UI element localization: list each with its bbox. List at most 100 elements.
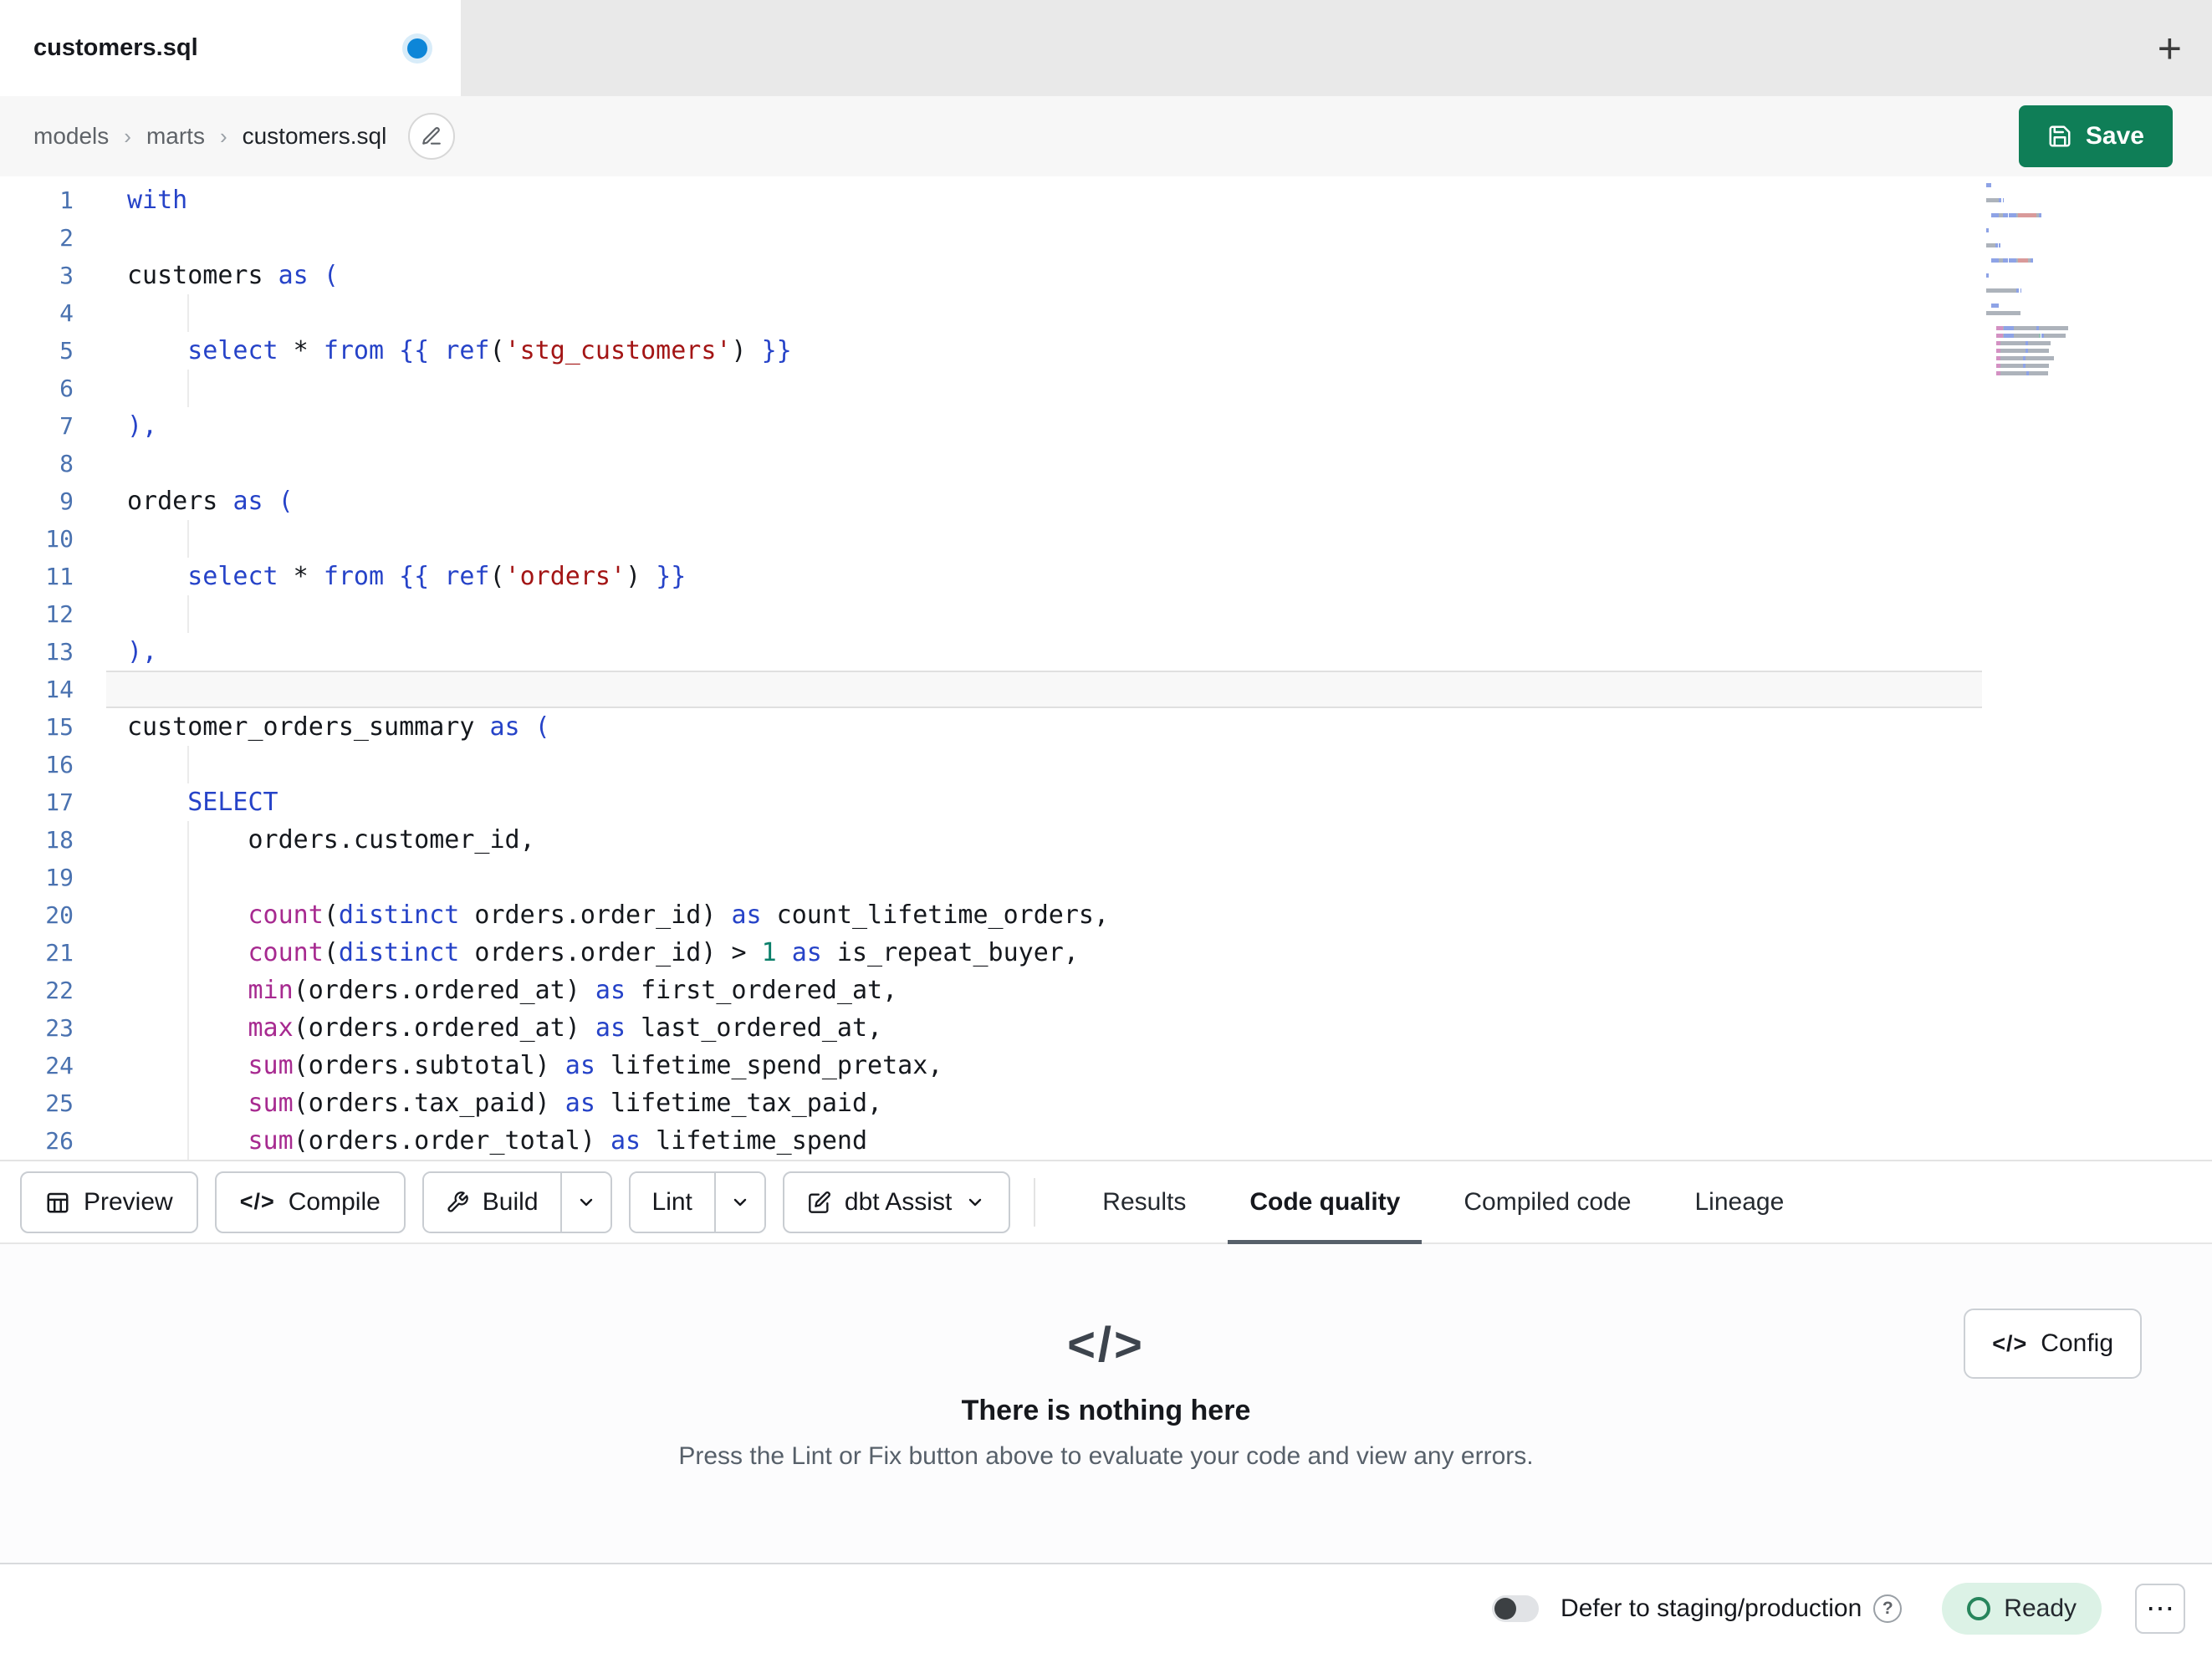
code-line-19[interactable] [106,859,1982,896]
panel-tab-compiled-code[interactable]: Compiled code [1432,1161,1663,1242]
dbt-assist-button[interactable]: dbt Assist [782,1171,1011,1233]
code-line-10[interactable] [106,520,1982,558]
save-label: Save [2085,122,2144,150]
build-tool-icon [447,1191,468,1212]
indent-guide [187,1122,190,1160]
minimap-line [1986,221,2112,225]
code-line-21[interactable]: count(distinct orders.order_id) > 1 as i… [106,934,1982,972]
lint-button[interactable]: Lint [630,1172,716,1232]
code-pane[interactable]: with customers as ( select * from {{ ref(… [106,176,1982,1160]
code-line-14[interactable] [106,671,1982,708]
code-line-26[interactable]: sum(orders.order_total) as lifetime_spen… [106,1122,1982,1160]
lint-dropdown-button[interactable] [715,1172,764,1232]
lint-label: Lint [651,1187,692,1216]
line-number: 22 [45,977,74,1004]
file-tab-customers-sql[interactable]: customers.sql [0,0,461,96]
code-line-11[interactable]: select * from {{ ref('orders') }} [106,558,1982,595]
ready-status-icon [1967,1597,1991,1620]
build-label: Build [482,1187,539,1216]
breadcrumb-item-customers-sql[interactable]: customers.sql [243,123,387,150]
build-button[interactable]: Build [423,1172,562,1232]
panel-tab-code-quality[interactable]: Code quality [1218,1161,1432,1244]
minimap-line [1986,258,2112,263]
code-icon-large: </> [1067,1318,1145,1372]
compile-button[interactable]: </> Compile [214,1171,406,1233]
code-line-4[interactable] [106,294,1982,332]
build-split-button: Build [421,1171,612,1233]
more-options-button[interactable]: ⋯ [2135,1584,2185,1634]
line-number: 4 [59,299,74,327]
minimap-line [1986,288,2112,293]
code-icon: </> [1992,1330,2028,1356]
panel-tab-results[interactable]: Results [1070,1161,1218,1242]
code-line-24[interactable]: sum(orders.subtotal) as lifetime_spend_p… [106,1047,1982,1084]
minimap-line [1986,206,2112,210]
panel-tab-lineage[interactable]: Lineage [1663,1161,1816,1242]
preview-label: Preview [84,1187,173,1216]
code-line-22[interactable]: min(orders.ordered_at) as first_ordered_… [106,972,1982,1009]
code-line-9[interactable]: orders as ( [106,482,1982,520]
copilot-button[interactable] [408,113,456,160]
indent-guide [187,595,190,633]
save-button[interactable]: Save [2018,105,2173,167]
line-number: 18 [45,826,74,854]
editor-tab-bar: customers.sql + [0,0,2212,96]
unsaved-changes-dot [407,38,427,59]
build-dropdown-button[interactable] [561,1172,610,1232]
code-line-20[interactable]: count(distinct orders.order_id) as count… [106,896,1982,934]
code-line-5[interactable]: select * from {{ ref('stg_customers') }} [106,332,1982,370]
minimap-line [1986,371,2112,375]
help-icon[interactable]: ? [1873,1594,1903,1623]
code-line-1[interactable]: with [106,181,1982,219]
code-line-18[interactable]: orders.customer_id, [106,821,1982,859]
breadcrumb: models › marts › customers.sql [33,123,386,150]
minimap[interactable] [1986,183,2112,379]
ready-status-badge[interactable]: Ready [1942,1583,2102,1635]
code-line-8[interactable] [106,445,1982,482]
indent-guide [187,1009,190,1047]
empty-state-subtitle: Press the Lint or Fix button above to ev… [678,1442,1534,1470]
minimap-line [1986,243,2112,247]
indent-guide [187,520,190,558]
toggle-knob [1494,1598,1517,1620]
table-icon [47,1192,69,1212]
code-line-16[interactable] [106,746,1982,783]
code-line-12[interactable] [106,595,1982,633]
defer-toggle[interactable] [1492,1595,1540,1622]
code-line-15[interactable]: customer_orders_summary as ( [106,708,1982,746]
chevron-down-icon [733,1198,747,1206]
code-line-25[interactable]: sum(orders.tax_paid) as lifetime_tax_pai… [106,1084,1982,1122]
breadcrumb-item-marts[interactable]: marts [146,123,205,150]
file-tab-title: customers.sql [33,34,198,61]
line-number: 8 [59,450,74,477]
line-number: 11 [45,563,74,590]
code-line-2[interactable] [106,219,1982,257]
code-line-7[interactable]: ), [106,407,1982,445]
config-button[interactable]: </> Config [1964,1309,2142,1379]
line-number: 1 [59,186,74,214]
line-number: 20 [45,901,74,929]
minimap-line [1986,183,2112,187]
minimap-line [1986,349,2112,353]
indent-guide [187,934,190,972]
code-line-17[interactable]: SELECT [106,783,1982,821]
preview-button[interactable]: Preview [20,1171,198,1233]
breadcrumb-separator: › [124,123,131,149]
line-number: 13 [45,638,74,666]
code-line-13[interactable]: ), [106,633,1982,671]
new-tab-button[interactable]: + [2158,28,2182,69]
breadcrumb-item-models[interactable]: models [33,123,109,150]
indent-guide [187,821,190,859]
indent-guide [187,1047,190,1084]
code-line-6[interactable] [106,370,1982,407]
dbt-assist-label: dbt Assist [844,1187,953,1216]
panel-tab-bar: Results Code quality Compiled code Lineage [1070,1161,1816,1244]
code-line-23[interactable]: max(orders.ordered_at) as last_ordered_a… [106,1009,1982,1047]
minimap-line [1986,281,2112,285]
code-quality-panel: </> Config </> There is nothing here Pre… [0,1244,2212,1563]
code-editor[interactable]: 1 2 3 4 5 6 7 8 9 10 11 12 13 14 15 16 17 18 19 20 21 22 23 24 2… [0,176,2212,1160]
breadcrumb-separator: › [219,123,227,149]
line-number: 21 [45,939,74,967]
indent-guide [187,972,190,1009]
code-line-3[interactable]: customers as ( [106,257,1982,294]
